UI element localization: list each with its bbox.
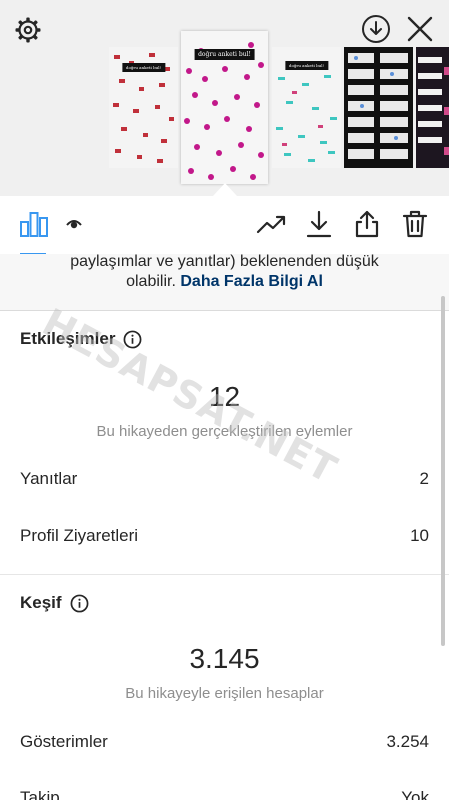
insights-icon[interactable]: [18, 208, 50, 240]
learn-more-link[interactable]: Daha Fazla Bilgi Al: [180, 273, 323, 290]
metric-value: 3.254: [386, 732, 429, 751]
story-thumbnail[interactable]: [344, 47, 413, 168]
story-thumbnail[interactable]: doğru anketi bul!: [272, 47, 341, 168]
info-icon[interactable]: [70, 594, 89, 613]
metric-label: Gösterimler: [20, 732, 108, 751]
metric-value: 2: [419, 469, 429, 488]
metric-label: Takip: [20, 788, 60, 800]
metric-row-follows: Takip Yok: [20, 788, 429, 800]
share-icon[interactable]: [351, 208, 383, 240]
gear-icon[interactable]: [14, 16, 42, 44]
info-icon[interactable]: [123, 330, 142, 349]
story-sticker: doğru anketi bul!: [194, 49, 255, 60]
download-circle-icon[interactable]: [361, 14, 391, 44]
eye-icon[interactable]: [62, 212, 86, 236]
discovery-title: Keşif: [20, 593, 62, 612]
story-sticker: doğru anketi bul!: [284, 61, 329, 70]
download-icon[interactable]: [303, 208, 335, 240]
section-divider: [0, 574, 449, 575]
story-sticker: doğru anketi bul!: [121, 63, 166, 72]
discovery-caption: Bu hikayeyle erişilen hesaplar: [125, 685, 324, 702]
story-pattern: [344, 47, 413, 168]
story-header: doğru anketi bul! doğru anketi bul! doğr…: [0, 0, 449, 196]
insights-content: Etkileşimler 12 Bu hikayeden gerçekleşti…: [0, 311, 449, 800]
story-thumbnail[interactable]: [416, 47, 449, 168]
metric-label: Profil Ziyaretleri: [20, 526, 139, 545]
story-toolbar: [0, 196, 449, 254]
metric-row-replies: Yanıtlar 2: [20, 469, 429, 489]
metric-value: 10: [410, 526, 429, 545]
interactions-title: Etkileşimler: [20, 329, 116, 348]
banner-text-prefix: olabilir.: [126, 273, 176, 290]
metric-row-impressions: Gösterimler 3.254: [20, 732, 429, 752]
trash-icon[interactable]: [399, 208, 431, 240]
metric-row-profile-visits: Profil Ziyaretleri 10: [20, 526, 429, 546]
close-icon[interactable]: [405, 14, 435, 44]
metric-label: Yanıtlar: [20, 469, 78, 488]
story-pattern: [416, 47, 449, 168]
story-thumbnail[interactable]: doğru anketi bul!: [109, 47, 178, 168]
banner-text-line1: paylaşımlar ve yanıtlar) beklenenden düş…: [70, 254, 379, 270]
info-banner: paylaşımlar ve yanıtlar) beklenenden düş…: [0, 254, 449, 311]
story-thumbnail-selected[interactable]: doğru anketi bul!: [181, 31, 268, 184]
interactions-caption: Bu hikayeden gerçekleştirilen eylemler: [96, 423, 353, 440]
banner-text-line2: olabilir. Daha Fazla Bilgi Al: [0, 272, 449, 292]
interactions-total: 12: [208, 381, 241, 412]
scrollbar[interactable]: [441, 296, 445, 646]
discovery-section-header: Keşif: [20, 593, 89, 613]
selected-story-indicator: [213, 183, 237, 196]
discovery-total: 3.145: [189, 643, 260, 674]
trend-icon[interactable]: [255, 208, 287, 240]
interactions-section-header: Etkileşimler: [20, 329, 142, 349]
metric-value: Yok: [401, 788, 429, 800]
